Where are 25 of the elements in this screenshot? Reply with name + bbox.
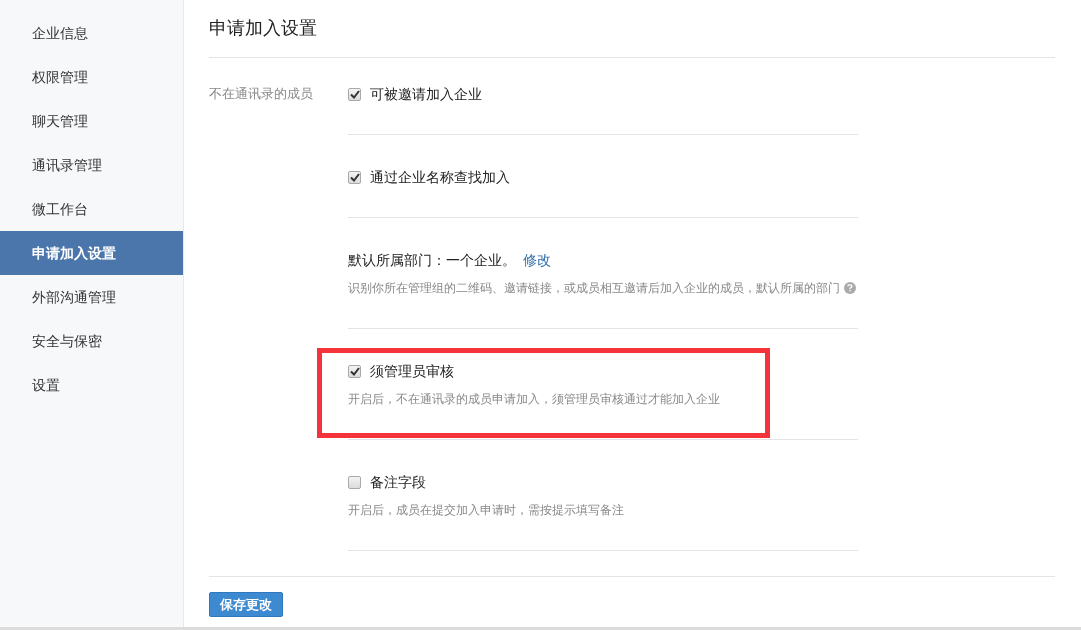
checkbox-label: 可被邀请加入企业 (370, 84, 482, 104)
sidebar-item[interactable]: 外部沟通管理 (0, 275, 183, 319)
checkbox-label: 须管理员审核 (370, 361, 454, 381)
option-description: 识别你所在管理组的二维码、邀请链接，或成员相互邀请后加入企业的成员，默认所属的部门 (348, 280, 840, 297)
sidebar-item[interactable]: 聊天管理 (0, 99, 183, 143)
sidebar-item[interactable]: 企业信息 (0, 11, 183, 55)
sidebar-item[interactable]: 申请加入设置 (0, 231, 183, 275)
edit-link[interactable]: 修改 (523, 249, 551, 271)
sidebar-item[interactable]: 设置 (0, 363, 183, 407)
checkbox-label: 通过企业名称查找加入 (370, 167, 510, 187)
save-button[interactable]: 保存更改 (209, 592, 283, 618)
department-text: 默认所属部门：一个企业。 (348, 250, 516, 270)
checkbox-label: 备注字段 (370, 472, 426, 492)
checkbox[interactable] (348, 364, 361, 378)
option-description: 开启后，成员在提交加入申请时，需按提示填写备注 (348, 502, 624, 519)
option-description: 开启后，不在通讯录的成员申请加入，须管理员审核通过才能加入企业 (348, 391, 720, 408)
sidebar-item[interactable]: 安全与保密 (0, 319, 183, 363)
group-label: 不在通讯录的成员 (209, 85, 314, 103)
sidebar-item[interactable]: 微工作台 (0, 187, 183, 231)
checkbox[interactable] (348, 170, 361, 184)
sidebar-item[interactable]: 权限管理 (0, 55, 183, 99)
page-title: 申请加入设置 (209, 0, 1055, 58)
checkbox[interactable] (348, 475, 361, 489)
sidebar-item[interactable]: 通讯录管理 (0, 143, 183, 187)
checkbox[interactable] (348, 87, 361, 101)
